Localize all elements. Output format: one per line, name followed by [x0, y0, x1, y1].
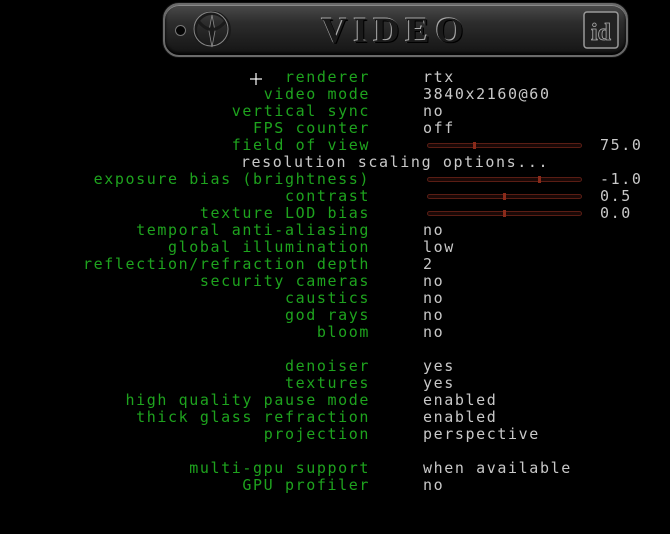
menu-item-high-quality-pause-mode[interactable]: high quality pause mode enabled — [0, 392, 670, 409]
id-software-icon: id — [583, 11, 619, 49]
menu-item-label: contrast — [284, 187, 370, 205]
menu-item-value: low — [423, 238, 455, 256]
menu-item-value: no — [423, 289, 445, 307]
menu-item-label: video mode — [263, 85, 370, 103]
slider-handle[interactable] — [503, 210, 506, 217]
menu-item-temporal-anti-aliasing[interactable]: temporal anti-aliasing no — [0, 222, 670, 239]
menu-item-textures[interactable]: textures yes — [0, 375, 670, 392]
menu-item-label: denoiser — [284, 357, 370, 375]
menu-item-security-cameras[interactable]: security cameras no — [0, 273, 670, 290]
menu-item-label: reflection/refraction depth — [82, 255, 370, 273]
menu-item-caustics[interactable]: caustics no — [0, 290, 670, 307]
menu-item-label: high quality pause mode — [125, 391, 370, 409]
menu-item-reflection-refraction-depth[interactable]: reflection/refraction depth 2 — [0, 256, 670, 273]
slider-value: -1.0 — [600, 170, 643, 188]
slider-value: 0.0 — [600, 204, 632, 222]
menu-item-label: bloom — [316, 323, 370, 341]
slider-value: 0.5 — [600, 187, 632, 205]
section-link-label: resolution scaling options... — [240, 153, 550, 171]
menu-item-value: no — [423, 221, 445, 239]
menu-item-value: off — [423, 119, 455, 137]
menu-item-value: yes — [423, 374, 455, 392]
menu-item-label: exposure bias (brightness) — [93, 170, 370, 188]
menu-item-gpu-profiler[interactable]: GPU profiler no — [0, 477, 670, 494]
menu-item-value: no — [423, 102, 445, 120]
menu-item-value: yes — [423, 357, 455, 375]
menu-item-value: no — [423, 323, 445, 341]
menu-item-video-mode[interactable]: video mode 3840x2160@60 — [0, 86, 670, 103]
menu-item-value: no — [423, 306, 445, 324]
page-title: VIDEO — [321, 10, 470, 50]
slider-handle[interactable] — [473, 142, 476, 149]
slider-handle[interactable] — [538, 176, 541, 183]
menu-item-multi-gpu-support[interactable]: multi-gpu support when available — [0, 460, 670, 477]
title-plaque: VIDEO id — [163, 3, 628, 57]
menu-item-label: thick glass refraction — [136, 408, 370, 426]
menu-item-exposure-bias-brightness[interactable]: exposure bias (brightness) -1.0 — [0, 171, 670, 188]
menu-item-label: global illumination — [168, 238, 370, 256]
menu-item-label: renderer — [284, 68, 370, 86]
menu-item-contrast[interactable]: contrast 0.5 — [0, 188, 670, 205]
menu-item-label: temporal anti-aliasing — [136, 221, 370, 239]
menu-item-global-illumination[interactable]: global illumination low — [0, 239, 670, 256]
menu-item-fps-counter[interactable]: FPS counter off — [0, 120, 670, 137]
slider-track[interactable] — [427, 210, 582, 217]
svg-text:id: id — [591, 20, 612, 46]
menu-item-field-of-view[interactable]: field of view 75.0 — [0, 137, 670, 154]
slider-handle[interactable] — [503, 193, 506, 200]
menu-item-value: rtx — [423, 68, 455, 86]
menu-item-label: multi-gpu support — [189, 459, 370, 477]
menu-item-renderer[interactable]: renderer rtx — [0, 69, 670, 86]
menu-item-value: enabled — [423, 408, 498, 426]
menu-item-value: no — [423, 272, 445, 290]
menu-item-label: GPU profiler — [242, 476, 370, 494]
menu-item-projection[interactable]: projection perspective — [0, 426, 670, 443]
menu-item-label: texture LOD bias — [199, 204, 370, 222]
menu-item-label: projection — [263, 425, 370, 443]
resolution-scaling-options-link[interactable]: resolution scaling options... — [0, 154, 670, 171]
menu-item-god-rays[interactable]: god rays no — [0, 307, 670, 324]
slider-value: 75.0 — [600, 136, 643, 154]
menu-item-label: field of view — [231, 136, 370, 154]
menu-item-value: perspective — [423, 425, 540, 443]
menu-item-value: enabled — [423, 391, 498, 409]
menu-item-value: 2 — [423, 255, 434, 273]
menu-item-thick-glass-refraction[interactable]: thick glass refraction enabled — [0, 409, 670, 426]
menu-item-texture-lod-bias[interactable]: texture LOD bias 0.0 — [0, 205, 670, 222]
menu-item-label: security cameras — [199, 272, 370, 290]
menu-item-label: FPS counter — [253, 119, 370, 137]
menu-item-value: when available — [423, 459, 572, 477]
menu-item-bloom[interactable]: bloom no — [0, 324, 670, 341]
slider-track[interactable] — [427, 142, 582, 149]
menu-item-label: textures — [284, 374, 370, 392]
menu-item-label: vertical sync — [231, 102, 370, 120]
slider-track[interactable] — [427, 193, 582, 200]
menu-item-label: caustics — [284, 289, 370, 307]
slider-track[interactable] — [427, 176, 582, 183]
menu-item-value: no — [423, 476, 445, 494]
menu-item-value: 3840x2160@60 — [423, 85, 551, 103]
menu-item-vertical-sync[interactable]: vertical sync no — [0, 103, 670, 120]
crosshair-cursor-icon — [250, 73, 262, 85]
menu-item-denoiser[interactable]: denoiser yes — [0, 358, 670, 375]
menu-item-label: god rays — [284, 306, 370, 324]
